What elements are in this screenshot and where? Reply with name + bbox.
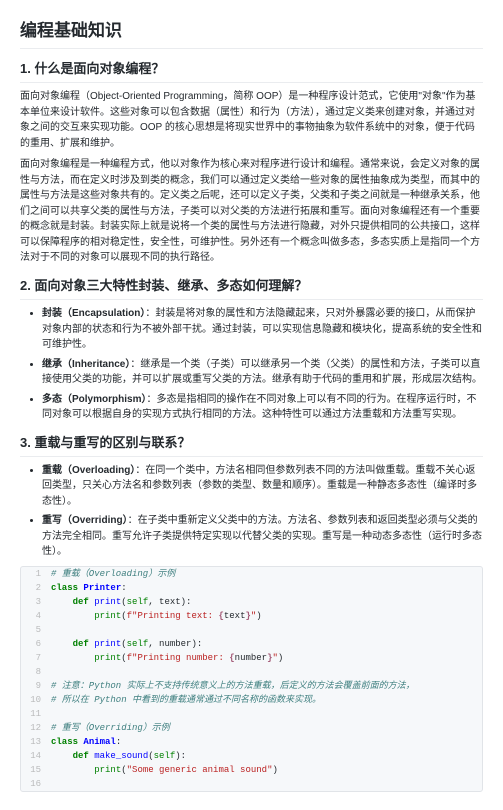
section-2-heading: 2. 面向对象三大特性封装、继承、多态如何理解？: [20, 276, 483, 300]
line-number: 16: [21, 777, 47, 791]
line-number: 15: [21, 763, 47, 777]
line-number: 8: [21, 665, 47, 679]
line-number: 2: [21, 581, 47, 595]
list-item: 重写（Overriding）：在子类中重新定义父类中的方法。方法名、参数列表和返…: [42, 513, 483, 560]
section-1-para-1: 面向对象编程（Object-Oriented Programming，简称 OO…: [20, 89, 483, 151]
item-term: 继承（Inheritance）: [42, 359, 130, 370]
code-comment: # 所以在 Python 中看到的重载通常通过不同名称的函数来实现。: [51, 695, 321, 705]
section-1-heading: 1. 什么是面向对象编程？: [20, 59, 483, 83]
code-comment: # 注意：Python 实际上不支持传统意义上的方法重载，后定义的方法会覆盖前面…: [51, 681, 415, 691]
section-3-list: 重载（Overloading）：在同一个类中，方法名相同但参数列表不同的方法叫做…: [20, 463, 483, 560]
section-1-para-2: 面向对象编程是一种编程方式，他以对象作为核心来对程序进行设计和编程。通常来说，会…: [20, 157, 483, 266]
section-3-heading: 3. 重载与重写的区别与联系？: [20, 433, 483, 457]
item-term: 重载（Overloading）: [42, 465, 135, 476]
list-item: 多态（Polymorphism）：多态是指相同的操作在不同对象上可以有不同的行为…: [42, 392, 483, 423]
line-number: 3: [21, 595, 47, 609]
list-item: 封装（Encapsulation）：封装是将对象的属性和方法隐藏起来，只对外暴露…: [42, 306, 483, 353]
line-number: 11: [21, 707, 47, 721]
line-number: 4: [21, 609, 47, 623]
line-number: 7: [21, 651, 47, 665]
line-number: 9: [21, 679, 47, 693]
item-term: 多态（Polymorphism）: [42, 394, 146, 405]
line-number: 1: [21, 567, 47, 581]
line-number: 14: [21, 749, 47, 763]
line-number: 13: [21, 735, 47, 749]
section-2-list: 封装（Encapsulation）：封装是将对象的属性和方法隐藏起来，只对外暴露…: [20, 306, 483, 423]
line-number: 12: [21, 721, 47, 735]
line-number: 5: [21, 623, 47, 637]
code-comment: # 重写（Overriding）示例: [51, 723, 170, 733]
item-term: 重写（Overriding）: [42, 515, 128, 526]
code-comment: # 重载（Overloading）示例: [51, 569, 175, 579]
list-item: 继承（Inheritance）：继承是一个类（子类）可以继承另一个类（父类）的属…: [42, 357, 483, 388]
item-term: 封装（Encapsulation）: [42, 308, 145, 319]
code-block: 1# 重载（Overloading）示例 2class Printer: 3 d…: [20, 566, 483, 792]
list-item: 重载（Overloading）：在同一个类中，方法名相同但参数列表不同的方法叫做…: [42, 463, 483, 510]
line-number: 6: [21, 637, 47, 651]
page-title: 编程基础知识: [20, 18, 483, 49]
